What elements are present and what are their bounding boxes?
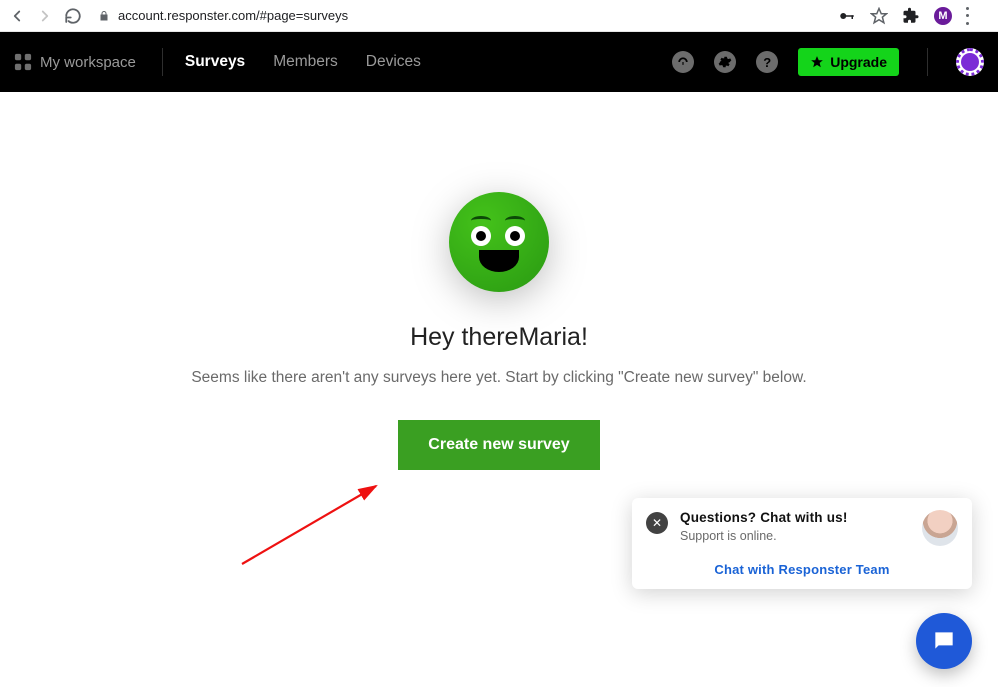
workspace-switcher[interactable]: My workspace — [14, 53, 154, 71]
url-text: account.responster.com/#page=surveys — [118, 8, 348, 23]
nav-members[interactable]: Members — [259, 53, 352, 71]
back-button[interactable] — [8, 7, 26, 25]
upgrade-button[interactable]: Upgrade — [798, 48, 899, 76]
divider — [927, 48, 928, 76]
nav-devices[interactable]: Devices — [352, 53, 435, 71]
create-survey-button[interactable]: Create new survey — [398, 420, 599, 470]
dashboard-icon[interactable] — [672, 51, 694, 73]
help-icon[interactable]: ? — [756, 51, 778, 73]
upgrade-label: Upgrade — [830, 54, 887, 70]
profile-initial: M — [938, 10, 947, 22]
key-icon[interactable] — [838, 7, 856, 25]
lock-icon — [98, 10, 110, 22]
star-filled-icon — [810, 55, 824, 69]
reload-button[interactable] — [64, 7, 82, 25]
star-icon[interactable] — [870, 7, 888, 25]
chat-title: Questions? Chat with us! — [680, 510, 910, 525]
empty-state: Hey thereMaria! Seems like there aren't … — [0, 92, 998, 470]
profile-avatar[interactable]: M — [934, 7, 952, 25]
divider — [162, 48, 163, 76]
agent-avatar — [922, 510, 958, 546]
app-topnav: My workspace Surveys Members Devices ? U… — [0, 32, 998, 92]
forward-button[interactable] — [36, 7, 54, 25]
address-bar[interactable]: account.responster.com/#page=surveys — [92, 8, 828, 23]
empty-subtext: Seems like there aren't any surveys here… — [0, 366, 998, 390]
extensions-icon[interactable] — [902, 7, 920, 25]
close-icon[interactable]: ✕ — [646, 512, 668, 534]
chat-icon — [931, 628, 957, 654]
chat-popup: ✕ Questions? Chat with us! Support is on… — [632, 498, 972, 589]
settings-icon[interactable] — [714, 51, 736, 73]
kebab-menu[interactable] — [966, 7, 984, 25]
mascot-face — [449, 192, 549, 292]
chrome-right-icons: M — [838, 7, 990, 25]
workspace-label: My workspace — [40, 54, 136, 71]
annotation-arrow — [238, 476, 388, 576]
chat-fab[interactable] — [916, 613, 972, 669]
user-menu[interactable] — [956, 48, 984, 76]
greeting-text: Hey thereMaria! — [0, 323, 998, 352]
chat-status: Support is online. — [680, 529, 910, 543]
nav-surveys[interactable]: Surveys — [171, 53, 259, 71]
browser-chrome: account.responster.com/#page=surveys M — [0, 0, 998, 32]
chat-cta-link[interactable]: Chat with Responster Team — [646, 562, 958, 577]
grid-icon — [14, 53, 32, 71]
